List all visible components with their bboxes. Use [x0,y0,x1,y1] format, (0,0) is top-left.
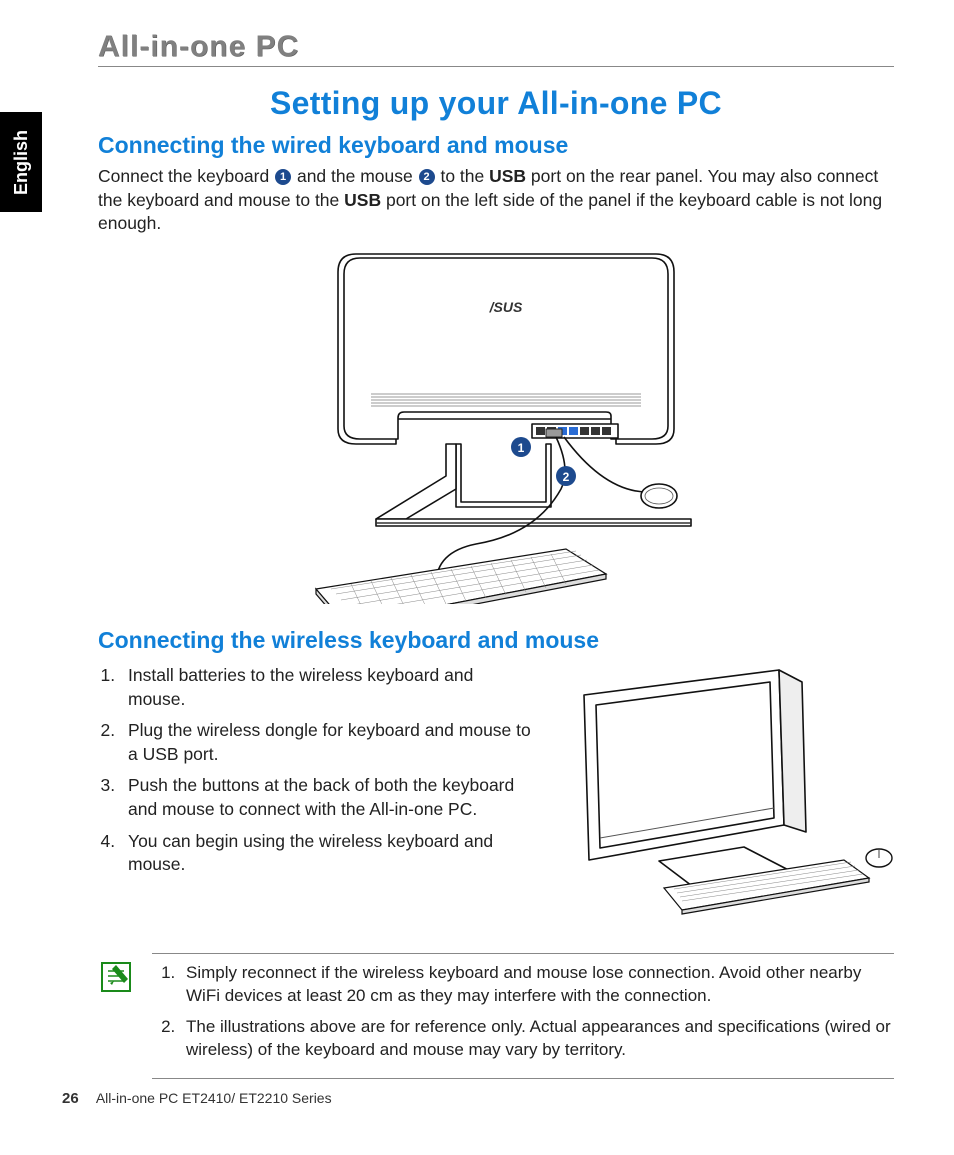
wireless-steps-list: Install batteries to the wireless keyboa… [98,664,531,885]
list-item: Simply reconnect if the wireless keyboar… [180,962,892,1008]
bold-usb: USB [344,190,381,210]
series-label: All-in-one PC ET2410/ ET2210 Series [96,1090,332,1106]
list-item: You can begin using the wireless keyboar… [120,830,531,877]
main-title: Setting up your All-in-one PC [98,85,894,122]
language-tab: English [0,112,42,212]
svg-text:/SUS: /SUS [489,299,523,315]
wired-setup-illustration: /SUS [98,244,894,609]
list-item: Push the buttons at the back of both the… [120,774,531,821]
page-content: All-in-one PC Setting up your All-in-one… [0,0,954,1079]
text: Connect the keyboard [98,166,274,186]
list-item: Install batteries to the wireless keyboa… [120,664,531,711]
svg-text:2: 2 [563,470,570,484]
notes-list: Simply reconnect if the wireless keyboar… [154,962,892,1062]
bold-usb: USB [489,166,526,186]
text: and the mouse [292,166,418,186]
section1-heading: Connecting the wired keyboard and mouse [98,132,894,159]
text: to the [436,166,490,186]
svg-text:1: 1 [518,441,525,455]
page-footer: 26 All-in-one PC ET2410/ ET2210 Series [62,1090,332,1107]
section2-content: Install batteries to the wireless keyboa… [98,660,894,925]
list-item: Plug the wireless dongle for keyboard an… [120,719,531,766]
badge-1-icon: 1 [275,169,291,185]
section2-heading: Connecting the wireless keyboard and mou… [98,627,894,654]
section1-paragraph: Connect the keyboard 1 and the mouse 2 t… [98,165,894,236]
wireless-setup-illustration [551,660,894,925]
badge-2-icon: 2 [419,169,435,185]
note-icon [98,953,134,1000]
page-number: 26 [62,1090,79,1107]
header-title: All-in-one PC [98,30,894,67]
notes-section: Simply reconnect if the wireless keyboar… [98,953,894,1079]
list-item: The illustrations above are for referenc… [180,1016,892,1062]
